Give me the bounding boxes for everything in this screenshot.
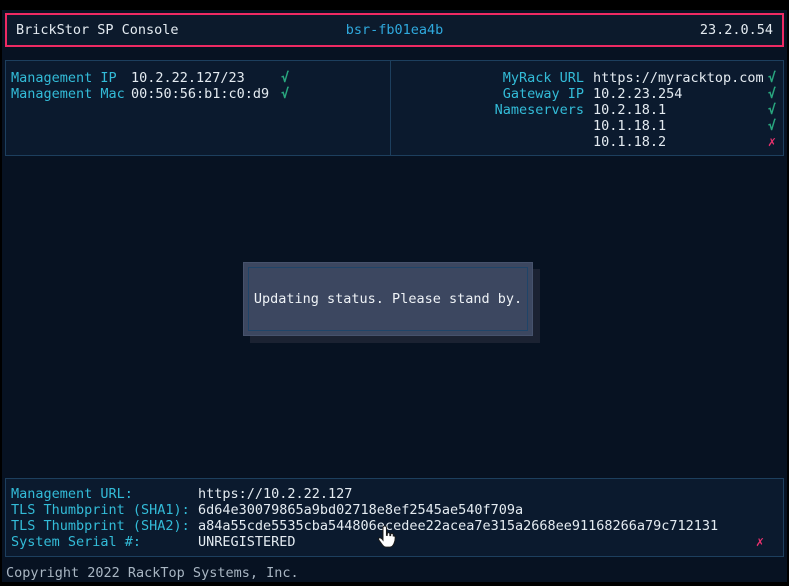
check-icon: √ (281, 86, 289, 102)
management-ip-row: Management IP 10.2.22.127/23 √ (11, 70, 385, 86)
app-title: BrickStor SP Console (16, 22, 179, 38)
field-value: 10.2.22.127/23 (131, 70, 281, 86)
gateway-ip-row: Gateway IP 10.2.23.254 √ (396, 86, 778, 102)
check-icon: √ (768, 118, 776, 134)
copyright-text: Copyright 2022 RackTop Systems, Inc. (6, 565, 299, 581)
title-bar: BrickStor SP Console bsr-fb01ea4b 23.2.0… (5, 13, 784, 47)
field-label: Nameservers (396, 102, 584, 118)
field-value: 10.2.23.254 (593, 86, 682, 102)
cross-icon: ✗ (768, 134, 776, 150)
field-value: 10.1.18.1 (593, 118, 666, 134)
field-value: a84a55cde5535cba544806ecedee22acea7e315a… (198, 518, 718, 534)
field-value: 6d64e30079865a9bd02718e8ef2545ae540f709a (198, 502, 523, 518)
field-value: 00:50:56:b1:c0:d9 (131, 86, 281, 102)
field-label: System Serial #: (11, 534, 198, 550)
system-details-panel: Management URL: https://10.2.22.127 TLS … (5, 478, 784, 557)
check-icon: √ (768, 86, 776, 102)
field-label: TLS Thumbprint (SHA2): (11, 518, 198, 534)
nameserver-row: 10.1.18.1 √ (396, 118, 778, 134)
nameserver-row: Nameservers 10.2.18.1 √ (396, 102, 778, 118)
gateway-dns-panel: MyRack URL https://myracktop.com √ Gatew… (390, 60, 784, 156)
management-network-panel: Management IP 10.2.22.127/23 √ Managemen… (5, 60, 391, 156)
system-serial-row: System Serial #: UNREGISTERED ✗ (11, 534, 778, 550)
brickstor-sp-console: { "header": { "title": "BrickStor SP Con… (0, 0, 789, 586)
version-number: 23.2.0.54 (700, 22, 773, 38)
status-dialog: Updating status. Please stand by. (243, 262, 533, 336)
field-label: Management IP (11, 70, 131, 86)
field-label: TLS Thumbprint (SHA1): (11, 502, 198, 518)
check-icon: √ (768, 102, 776, 118)
tls-sha2-row: TLS Thumbprint (SHA2): a84a55cde5535cba5… (11, 518, 778, 534)
field-value: https://10.2.22.127 (198, 486, 352, 502)
check-icon: √ (281, 70, 289, 86)
field-label: Gateway IP (396, 86, 584, 102)
console-screen: BrickStor SP Console bsr-fb01ea4b 23.2.0… (2, 10, 787, 582)
management-mac-row: Management Mac 00:50:56:b1:c0:d9 √ (11, 86, 385, 102)
field-label: MyRack URL (396, 70, 584, 86)
tls-sha1-row: TLS Thumbprint (SHA1): 6d64e30079865a9bd… (11, 502, 778, 518)
myrack-url-row: MyRack URL https://myracktop.com √ (396, 70, 778, 86)
hostname: bsr-fb01ea4b (346, 22, 444, 38)
field-value: https://myracktop.com (593, 70, 764, 86)
field-label: Management URL: (11, 486, 198, 502)
field-value: 10.1.18.2 (593, 134, 666, 150)
management-url-row: Management URL: https://10.2.22.127 (11, 486, 778, 502)
nameserver-row: 10.1.18.2 ✗ (396, 134, 778, 150)
field-label: Management Mac (11, 86, 131, 102)
check-icon: √ (768, 70, 776, 86)
field-value: UNREGISTERED (198, 534, 296, 550)
status-message: Updating status. Please stand by. (248, 267, 528, 331)
cross-icon: ✗ (756, 534, 764, 550)
field-value: 10.2.18.1 (593, 102, 666, 118)
